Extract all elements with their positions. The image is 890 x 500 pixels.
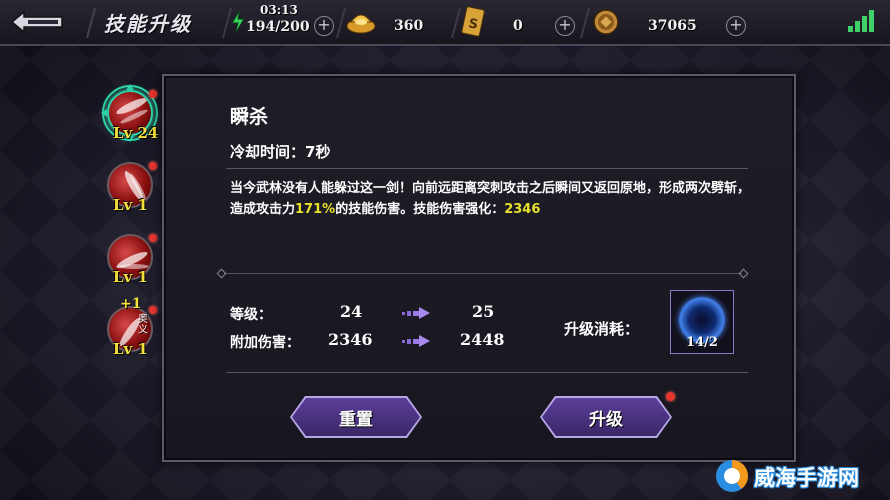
cost-item-slot[interactable]: 14/2 [670,290,734,354]
card-icon: S [461,6,485,37]
skill-level: Lv 1 [113,340,148,358]
skill-level: Lv 24 [113,124,159,142]
coin-icon [593,9,619,35]
arrow-right-icon [402,307,430,319]
skill-name: 瞬杀 [230,106,269,128]
arrow-right-icon [402,335,430,347]
card-resource: S 0 [450,0,575,46]
upgrade-available-badge: +1 [120,296,142,312]
skill-slot-1[interactable]: Lv 24 [100,84,160,146]
desc-text: 的技能伤害。技能伤害强化： [335,202,505,217]
energy-resource: 03:13 194/200 [221,0,346,46]
skill-level: Lv 1 [113,196,148,214]
damage-to: 2448 [460,330,505,349]
notification-dot [149,162,157,170]
skill-slot-4[interactable]: +1 奥 义 Lv 1 [100,296,160,362]
gold-ingot-icon [346,14,376,34]
title-separator [85,8,97,38]
lightning-icon [231,10,245,34]
skill-detail-panel: 瞬杀 冷却时间：7秒 当今武林没有人能躲过这一剑！向前远距离突刺攻击之后瞬间又返… [162,74,796,462]
reset-button[interactable]: 重置 [292,398,420,436]
signal-strength-icon [848,10,876,32]
ultimate-tag: 奥 义 [138,314,148,336]
add-coin-button[interactable] [726,16,746,36]
divider [226,372,748,373]
skill-level: Lv 1 [113,268,148,286]
damage-from: 2346 [328,330,373,349]
ingot-resource: 360 [335,0,455,46]
back-button[interactable] [8,6,68,38]
resource-separator [579,8,591,38]
ingot-value: 360 [394,18,424,34]
add-card-button[interactable] [555,16,575,36]
level-from: 24 [340,302,363,321]
level-to: 25 [472,302,495,321]
energy-value: 194/200 [246,19,310,35]
notification-dot [666,392,675,401]
watermark-text: 威海手游网 [754,466,859,490]
skill-description: 当今武林没有人能躲过这一剑！向前远距离突刺攻击之后瞬间又返回原地，形成两次劈斩，… [230,178,754,220]
energy-timer: 03:13 [260,3,298,17]
coin-value: 37065 [648,18,697,34]
add-energy-button[interactable] [314,16,334,36]
desc-percent: 171% [295,202,336,217]
item-count: 14/2 [686,335,718,350]
watermark-logo-icon [716,460,748,492]
notification-dot [149,234,157,242]
skill-slot-2[interactable]: Lv 1 [100,158,160,218]
page-title: 技能升级 [104,12,192,36]
ornament-divider [216,268,749,279]
back-arrow-icon [10,10,63,34]
divider [226,168,748,169]
coin-resource: 37065 [579,0,754,46]
upgrade-button[interactable]: 升级 [542,398,670,436]
skill-slot-3[interactable]: Lv 1 [100,230,160,290]
top-bar: 技能升级 03:13 194/200 360 S 0 [0,0,890,46]
desc-damage: 2346 [504,202,541,217]
notification-dot [149,90,157,98]
card-value: 0 [513,18,523,34]
upgrade-cost-label: 升级消耗： [564,320,640,338]
bonus-damage-label: 附加伤害： [230,335,300,351]
notification-dot [149,306,157,314]
level-label: 等级： [230,307,272,323]
cooldown-text: 冷却时间：7秒 [230,143,331,161]
